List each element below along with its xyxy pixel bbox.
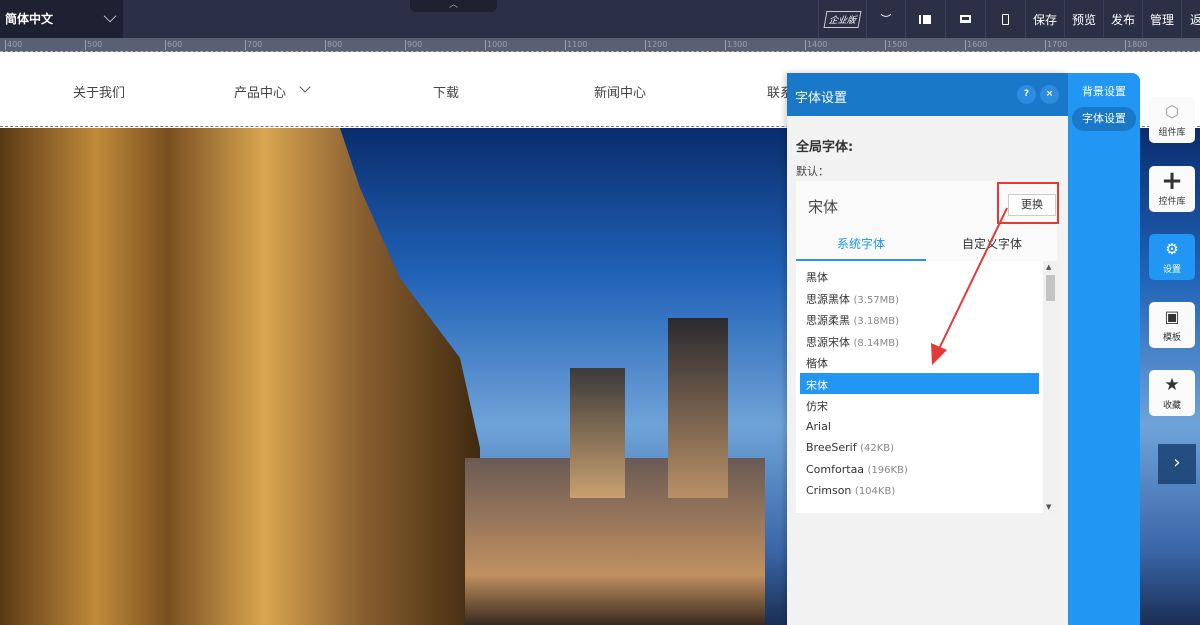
template-icon: ▣	[1164, 307, 1180, 326]
font-name: Comfortaa	[806, 462, 865, 476]
chevron-right-icon: ›	[1173, 452, 1181, 473]
font-size-label: (3.57MB)	[853, 294, 900, 306]
scroll-up-icon[interactable]: ▲	[1046, 263, 1051, 271]
tab-system-fonts[interactable]: 系统字体	[796, 228, 926, 261]
language-select[interactable]: 简体中文	[0, 0, 123, 38]
ruler-tick-label: 500	[85, 40, 103, 50]
ruler-tick-label: 1700	[1045, 40, 1068, 50]
publish-button[interactable]: 发布	[1103, 0, 1142, 38]
ruler-tick-label: 400	[5, 40, 23, 50]
star-icon: ★	[1164, 375, 1180, 395]
font-name: 宋体	[806, 378, 828, 392]
current-font-name: 宋体	[808, 198, 839, 216]
ruler-tick-label: 1200	[645, 40, 668, 50]
save-button[interactable]: 保存	[1025, 0, 1064, 38]
font-name: BreeSerif	[806, 441, 857, 454]
font-size-label: (196KB)	[867, 464, 908, 476]
font-size-label: (104KB)	[854, 486, 896, 497]
font-list-item[interactable]: Crimson (104KB)	[800, 480, 1039, 501]
ruler-tick-label: 600	[165, 40, 183, 50]
tool-label: 模板	[1162, 333, 1181, 343]
panel-header: 字体设置 ? ×	[787, 73, 1068, 116]
font-list-item[interactable]: 仿宋	[800, 394, 1039, 415]
tab-font-settings[interactable]: 字体设置	[1072, 107, 1136, 131]
tool-label: 设置	[1162, 265, 1181, 275]
ruler-tick-label: 1300	[725, 40, 748, 50]
tool-label: 组件库	[1158, 128, 1186, 138]
nav-item-download[interactable]: 下载	[433, 82, 459, 101]
ruler-tick-label: 900	[405, 40, 423, 50]
hide-button[interactable]: ︶	[866, 0, 905, 38]
edition-label: 企业版	[823, 10, 862, 28]
font-settings-panel: 字体设置 ? × 全局字体: 默认： 宋体 更换 系统字体 自定义字体 ▲ ▼ …	[787, 73, 1068, 625]
ruler-tick-label: 700	[245, 40, 263, 50]
scroll-down-icon[interactable]: ▼	[1046, 503, 1051, 511]
templates-button[interactable]: ▣ 模板	[1149, 302, 1195, 348]
eye-closed-icon: ︶	[880, 13, 892, 26]
font-size-label: (8.14MB)	[853, 337, 900, 349]
chevron-down-icon	[299, 81, 311, 93]
font-size-label: (3.18MB)	[853, 316, 900, 327]
font-name: Crimson	[806, 484, 852, 497]
horizontal-ruler: 400 500 600 700 800 900 1000 1100 1200 1300 1400 15…	[0, 38, 1200, 52]
nav-item-about[interactable]: 关于我们	[73, 82, 125, 101]
desktop-icon	[960, 15, 971, 23]
close-button[interactable]: ×	[1040, 85, 1059, 104]
annotation-arrow	[931, 207, 1008, 365]
collapse-toolbar-button[interactable]: ︿	[410, 0, 497, 12]
ruler-tick-label: 1100	[565, 40, 588, 50]
panel-title: 字体设置	[795, 91, 848, 106]
font-size-label: (42KB)	[860, 443, 895, 454]
tool-label: 收藏	[1162, 401, 1181, 411]
next-slide-button[interactable]: ›	[1158, 444, 1196, 484]
font-name: 仿宋	[806, 400, 828, 413]
back-button[interactable]: 返	[1181, 0, 1200, 38]
plus-icon: +	[1161, 166, 1183, 196]
font-name: Arial	[806, 419, 831, 433]
language-label: 简体中文	[5, 12, 54, 26]
font-list-item[interactable]: 宋体	[800, 372, 1039, 394]
ruler-tick-label: 1800	[1125, 40, 1148, 50]
cube-icon: ⬡	[1165, 102, 1179, 121]
mobile-icon	[1002, 13, 1009, 25]
help-button[interactable]: ?	[1017, 85, 1036, 104]
ruler-tick-label: 1000	[485, 40, 508, 50]
settings-button[interactable]: ⚙ 设置	[1149, 234, 1195, 280]
font-list-item[interactable]: Comfortaa (196KB)	[800, 459, 1039, 480]
ruler-tick-label: 1500	[885, 40, 908, 50]
ruler-tick-label: 1600	[965, 40, 988, 50]
component-library-button[interactable]: ⬡ 组件库	[1149, 97, 1195, 143]
ruler-tick-label: 800	[325, 40, 343, 50]
font-name: 黑体	[806, 271, 828, 284]
default-label: 默认：	[796, 165, 829, 178]
preview-button[interactable]: 预览	[1064, 0, 1103, 38]
manage-button[interactable]: 管理	[1142, 0, 1181, 38]
top-toolbar: 简体中文 ︿ 企业版 ︶ 保存 预览 发布 管理 返	[0, 0, 1200, 38]
scrollbar-thumb[interactable]	[1046, 275, 1055, 301]
nav-item-products[interactable]: 产品中心	[234, 82, 286, 101]
favorites-button[interactable]: ★ 收藏	[1149, 370, 1195, 416]
settings-side-tabs: 背景设置 字体设置	[1068, 73, 1140, 625]
tab-background-settings[interactable]: 背景设置	[1072, 80, 1136, 104]
font-name: 思源宋体	[806, 335, 850, 349]
gears-icon: ⚙	[1165, 240, 1179, 258]
mobile-view-button[interactable]	[985, 0, 1025, 38]
widget-library-button[interactable]: + 控件库	[1149, 166, 1195, 212]
align-button[interactable]	[905, 0, 945, 38]
align-icon	[920, 14, 931, 24]
edition-badge[interactable]: 企业版	[818, 0, 866, 38]
font-list-item[interactable]: BreeSerif (42KB)	[800, 437, 1039, 458]
font-name: 思源黑体	[806, 292, 850, 306]
desktop-view-button[interactable]	[945, 0, 985, 38]
ruler-tick-label: 1400	[805, 40, 828, 50]
global-font-heading: 全局字体:	[796, 140, 854, 155]
font-name: 楷体	[806, 357, 828, 370]
chevron-down-icon	[103, 9, 117, 23]
nav-item-news[interactable]: 新闻中心	[594, 82, 646, 101]
tool-label: 控件库	[1158, 197, 1186, 207]
scrollbar[interactable]: ▲ ▼	[1043, 261, 1057, 513]
font-list-item[interactable]: Arial	[800, 416, 1039, 437]
font-name: 思源柔黑	[806, 314, 850, 327]
